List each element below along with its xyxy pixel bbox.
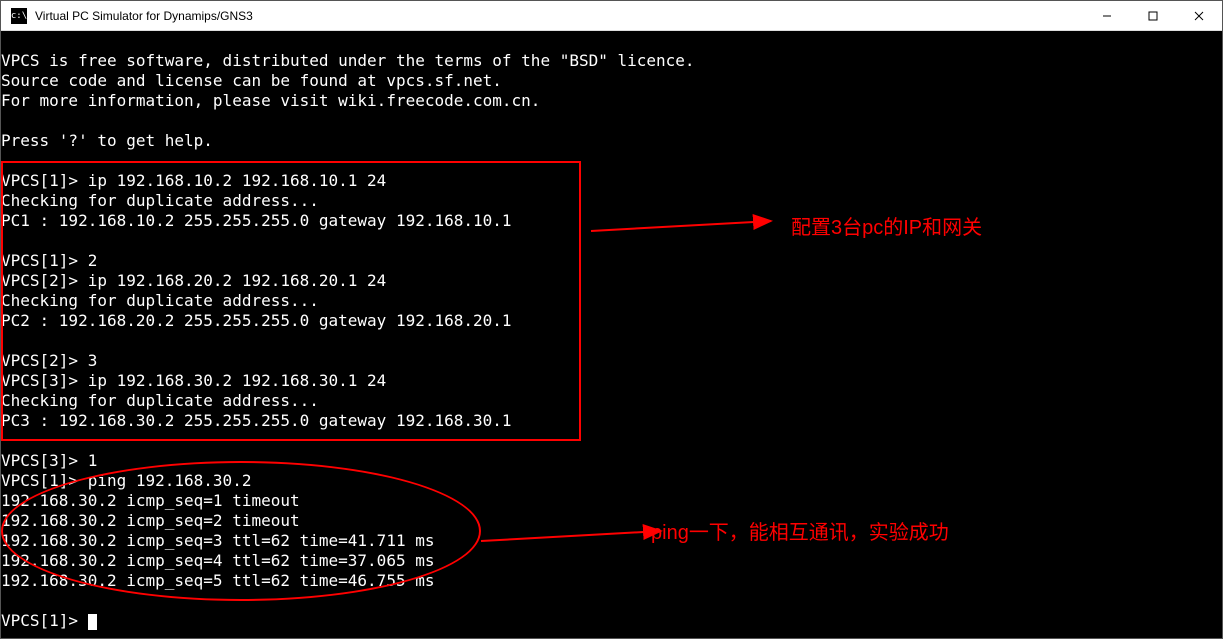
terminal-line — [1, 231, 1222, 251]
terminal-line: 192.168.30.2 icmp_seq=1 timeout — [1, 491, 1222, 511]
terminal-line: PC1 : 192.168.10.2 255.255.255.0 gateway… — [1, 211, 1222, 231]
terminal-line: 192.168.30.2 icmp_seq=3 ttl=62 time=41.7… — [1, 531, 1222, 551]
terminal-cursor — [88, 614, 97, 630]
terminal-line: VPCS[3]> 1 — [1, 451, 1222, 471]
maximize-button[interactable] — [1130, 1, 1176, 30]
terminal-line: Press '?' to get help. — [1, 131, 1222, 151]
terminal-line: VPCS[1]> — [1, 611, 1222, 631]
window-title: Virtual PC Simulator for Dynamips/GNS3 — [35, 9, 1084, 23]
terminal-line — [1, 431, 1222, 451]
terminal-line — [1, 111, 1222, 131]
terminal-line: Checking for duplicate address... — [1, 291, 1222, 311]
close-button[interactable] — [1176, 1, 1222, 30]
terminal-line: 192.168.30.2 icmp_seq=2 timeout — [1, 511, 1222, 531]
terminal-line: VPCS[1]> ip 192.168.10.2 192.168.10.1 24 — [1, 171, 1222, 191]
app-window: c:\ Virtual PC Simulator for Dynamips/GN… — [0, 0, 1223, 639]
terminal-line: PC3 : 192.168.30.2 255.255.255.0 gateway… — [1, 411, 1222, 431]
terminal-line: VPCS[3]> ip 192.168.30.2 192.168.30.1 24 — [1, 371, 1222, 391]
terminal-line: Checking for duplicate address... — [1, 191, 1222, 211]
terminal-line: VPCS is free software, distributed under… — [1, 51, 1222, 71]
terminal-line — [1, 31, 1222, 51]
app-icon: c:\ — [11, 8, 27, 24]
terminal-line: Source code and license can be found at … — [1, 71, 1222, 91]
terminal-line: For more information, please visit wiki.… — [1, 91, 1222, 111]
terminal-line: Checking for duplicate address... — [1, 391, 1222, 411]
terminal-line — [1, 151, 1222, 171]
terminal-line — [1, 591, 1222, 611]
terminal-line: VPCS[1]> 2 — [1, 251, 1222, 271]
terminal-line: VPCS[2]> ip 192.168.20.2 192.168.20.1 24 — [1, 271, 1222, 291]
terminal-line: PC2 : 192.168.20.2 255.255.255.0 gateway… — [1, 311, 1222, 331]
terminal-line — [1, 331, 1222, 351]
titlebar[interactable]: c:\ Virtual PC Simulator for Dynamips/GN… — [1, 1, 1222, 31]
terminal-line: VPCS[1]> ping 192.168.30.2 — [1, 471, 1222, 491]
terminal-line: VPCS[2]> 3 — [1, 351, 1222, 371]
terminal[interactable]: VPCS is free software, distributed under… — [1, 31, 1222, 638]
window-controls — [1084, 1, 1222, 30]
terminal-line: 192.168.30.2 icmp_seq=5 ttl=62 time=46.7… — [1, 571, 1222, 591]
minimize-button[interactable] — [1084, 1, 1130, 30]
terminal-line: 192.168.30.2 icmp_seq=4 ttl=62 time=37.0… — [1, 551, 1222, 571]
